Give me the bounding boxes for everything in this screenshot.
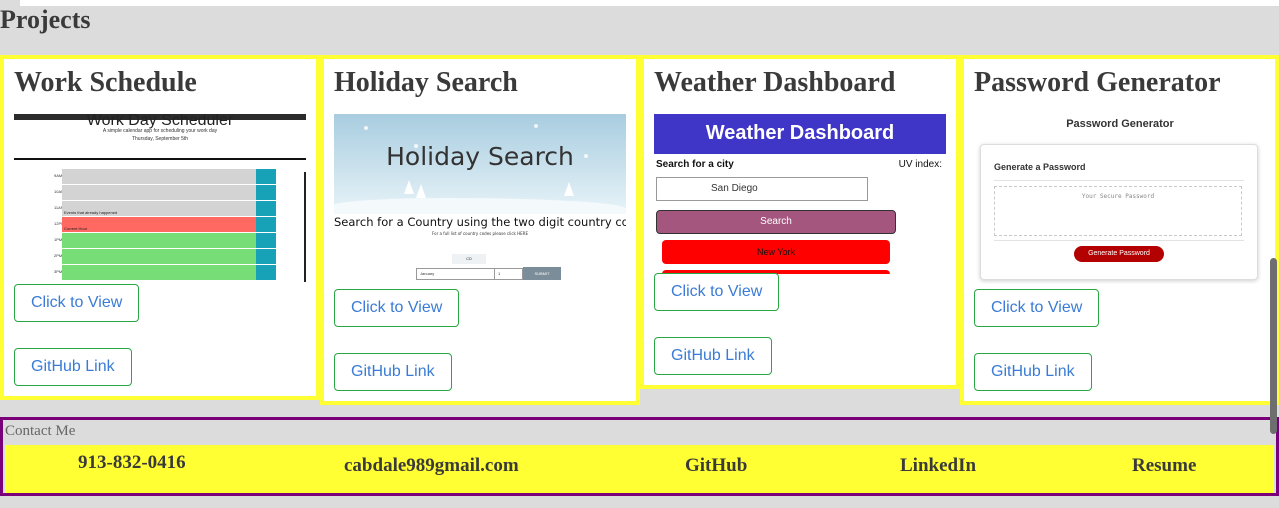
day-select: 1 — [494, 268, 523, 280]
tree-icon — [564, 182, 574, 196]
project-thumbnail[interactable]: Weather Dashboard Search for a city UV i… — [654, 114, 946, 274]
save-icon — [256, 264, 276, 280]
scrollbar[interactable] — [1270, 258, 1277, 434]
time-block-note — [62, 242, 64, 247]
card-title: Weather Dashboard — [654, 67, 896, 98]
email-link[interactable]: cabdale989gmail.com — [344, 455, 519, 477]
snowflake-icon — [364, 126, 368, 130]
search-label: Search for a city — [656, 159, 734, 170]
month-select: January — [416, 268, 495, 280]
time-block-note — [62, 194, 64, 199]
github-link-button[interactable]: GitHub Link — [974, 353, 1092, 391]
contact-heading: Contact Me — [5, 423, 76, 439]
thumb-subtitle: Search for a Country using the two digit… — [334, 215, 626, 229]
time-block-note: Current Hour — [64, 226, 88, 231]
click-to-view-button[interactable]: Click to View — [14, 284, 140, 322]
contact-bar — [5, 445, 1274, 493]
save-icon — [256, 184, 276, 200]
divider — [14, 158, 306, 160]
save-icon — [256, 168, 276, 184]
time-block-note — [62, 258, 64, 263]
phone-link[interactable]: 913-832-0416 — [78, 452, 186, 474]
time-block — [62, 232, 256, 248]
thumb-subtitle: A simple calendar app for scheduling you… — [102, 128, 218, 134]
github-link[interactable]: GitHub — [685, 455, 747, 477]
time-block — [62, 248, 256, 264]
tree-icon — [416, 184, 426, 198]
card-heading: Generate a Password — [994, 162, 1086, 172]
hour-label: 9AM — [54, 173, 63, 178]
time-block-note — [62, 274, 64, 279]
contact-section: Contact Me 913-832-0416 cabdale989gmail.… — [0, 417, 1279, 496]
linkedin-link[interactable]: LinkedIn — [900, 455, 976, 477]
github-link-button[interactable]: GitHub Link — [654, 337, 772, 375]
click-to-view-button[interactable]: Click to View — [974, 289, 1100, 327]
top-strip — [20, 0, 1279, 6]
country-code-input: CD — [452, 254, 486, 264]
password-textarea: Your Secure Password — [994, 186, 1242, 236]
project-card-weather-dashboard: Weather Dashboard Weather Dashboard Sear… — [640, 55, 960, 389]
card-title: Holiday Search — [334, 67, 518, 98]
divider — [304, 172, 306, 282]
hour-label: 1PM — [54, 237, 63, 242]
save-icon — [256, 200, 276, 216]
time-block-note: Events that already happened — [64, 210, 118, 215]
save-icon — [256, 232, 276, 248]
project-card-password-generator: Password Generator Password Generator Ge… — [960, 55, 1279, 405]
generate-button: Generate Password — [1074, 246, 1164, 262]
project-card-holiday-search: Holiday Search Holiday Search Search for… — [320, 55, 640, 405]
city-input: San Diego — [656, 177, 868, 201]
snowflake-icon — [534, 124, 538, 128]
resume-link[interactable]: Resume — [1132, 455, 1196, 477]
uv-label: UV index: — [898, 159, 942, 170]
project-thumbnail[interactable]: Work Day Scheduler A simple calendar app… — [14, 114, 306, 284]
divider — [994, 240, 1244, 241]
click-to-view-button[interactable]: Click to View — [334, 289, 460, 327]
thumb-header: Weather Dashboard — [654, 114, 946, 154]
search-button: Search — [656, 210, 896, 234]
time-block-note — [62, 178, 64, 183]
time-block: Events that already happened — [62, 200, 256, 216]
thumb-date: Thursday, September 5th — [131, 136, 189, 142]
tree-icon — [404, 180, 414, 194]
hour-label: 3PM — [54, 269, 63, 274]
project-thumbnail[interactable]: Holiday Search Search for a Country usin… — [334, 114, 626, 288]
click-to-view-button[interactable]: Click to View — [654, 273, 780, 311]
github-link-button[interactable]: GitHub Link — [14, 348, 132, 386]
project-thumbnail[interactable]: Password Generator Generate a Password Y… — [974, 114, 1266, 284]
github-link-button[interactable]: GitHub Link — [334, 353, 452, 391]
hour-label: 2PM — [54, 253, 63, 258]
time-block — [62, 184, 256, 200]
thumb-title: Password Generator — [1066, 118, 1174, 130]
thumb-hint: For a full list of country codes please … — [432, 231, 528, 236]
time-block: Current Hour — [62, 216, 256, 232]
save-icon — [256, 248, 276, 264]
card-title: Work Schedule — [14, 67, 197, 98]
time-block — [62, 168, 256, 184]
save-icon — [256, 216, 276, 232]
divider — [994, 180, 1244, 181]
city-history-item: New York — [662, 240, 890, 264]
section-title-projects: Projects — [0, 5, 91, 34]
time-block — [62, 264, 256, 280]
card-title: Password Generator — [974, 67, 1221, 98]
thumb-title: Holiday Search — [386, 142, 574, 171]
project-card-work-schedule: Work Schedule Work Day Scheduler A simpl… — [0, 55, 320, 400]
submit-button: SUBMIT — [523, 267, 561, 280]
